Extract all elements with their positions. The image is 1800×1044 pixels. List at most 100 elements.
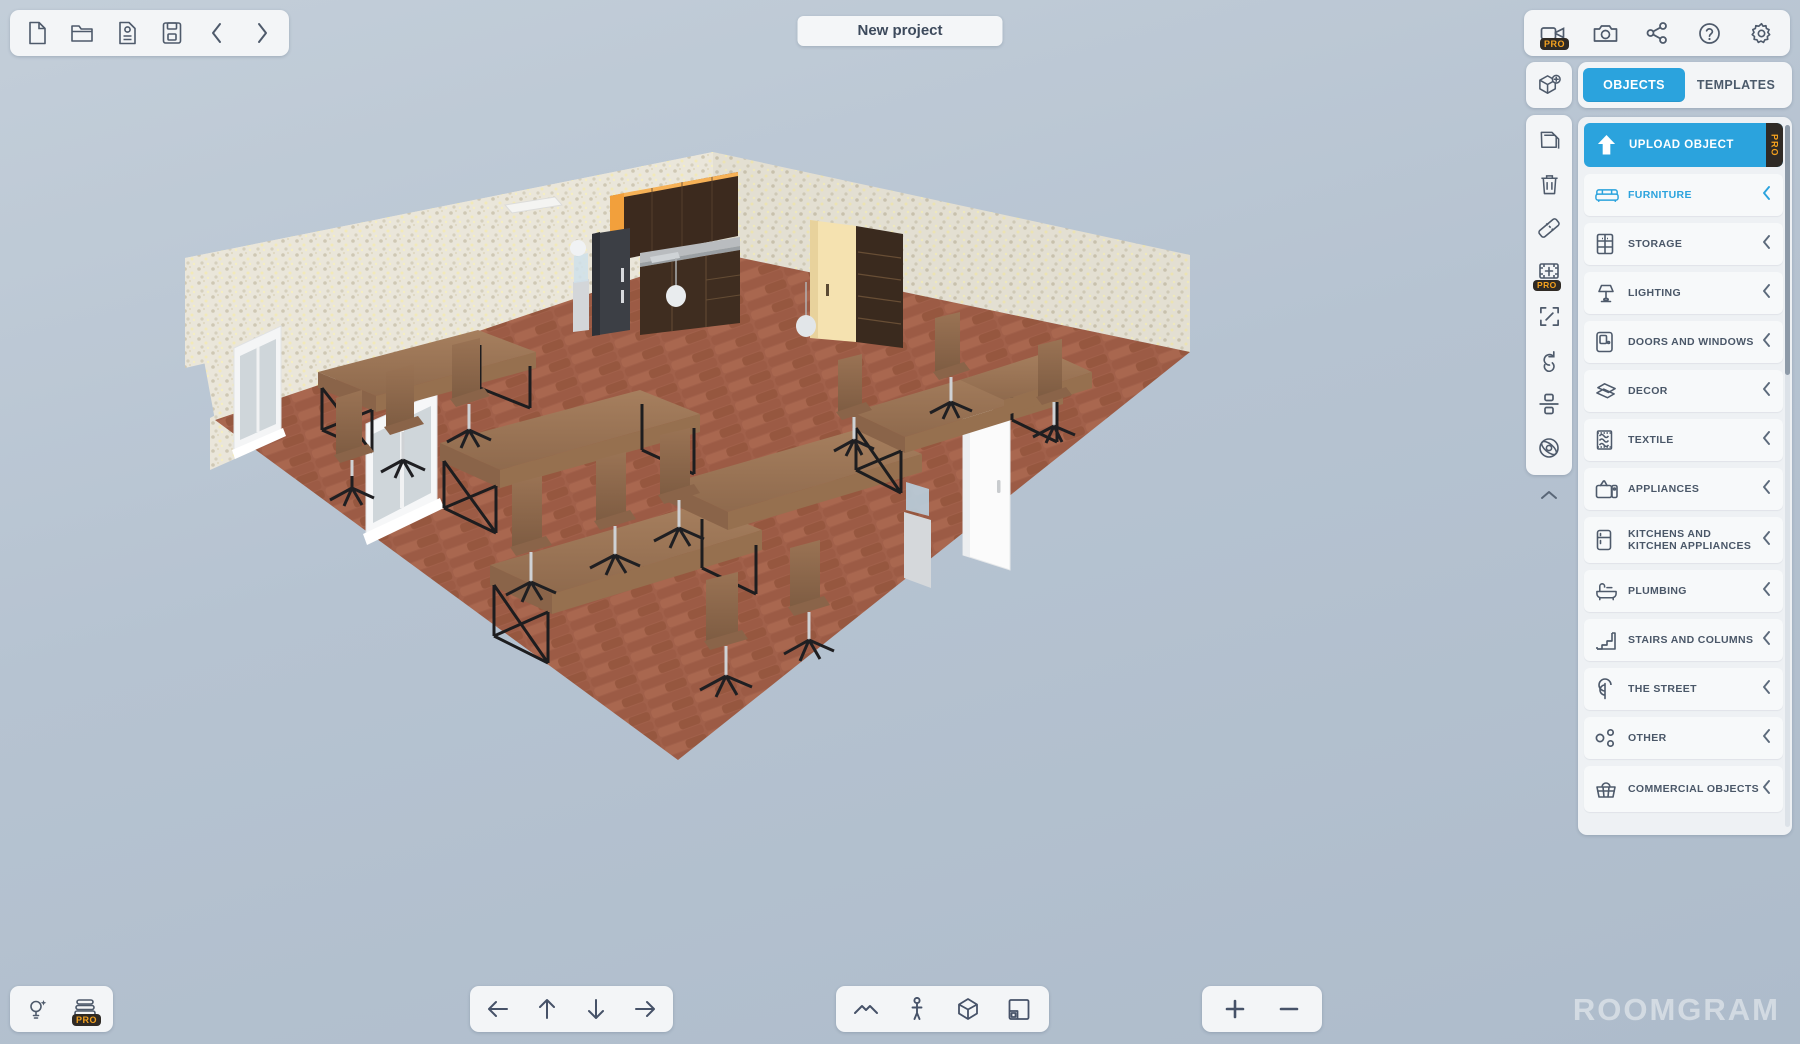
category-item-plumbing[interactable]: PLUMBING — [1584, 570, 1783, 612]
tab-objects[interactable]: OBJECTS — [1583, 68, 1685, 102]
bathtub-icon — [1595, 581, 1621, 601]
delete-icon[interactable] — [1532, 169, 1566, 199]
pan-controls — [470, 986, 673, 1032]
chevron-left-icon — [1762, 332, 1774, 352]
zoom-out-button[interactable] — [1276, 996, 1302, 1022]
category-label: DECOR — [1628, 385, 1668, 397]
fridge-icon — [1595, 529, 1621, 551]
3d-view-icon[interactable] — [954, 995, 982, 1023]
chevron-left-icon — [1762, 430, 1774, 450]
objects-panel: OBJECTS TEMPLATES UPLOAD OBJECT PRO FURN… — [1578, 62, 1792, 835]
tree-icon — [1595, 678, 1621, 700]
redo-icon[interactable] — [247, 18, 277, 48]
resize-icon[interactable] — [1532, 301, 1566, 331]
category-label: LIGHTING — [1628, 287, 1681, 299]
category-item-the-street[interactable]: THE STREET — [1584, 668, 1783, 710]
category-item-furniture[interactable]: FURNITURE — [1584, 174, 1783, 216]
materials-icon[interactable] — [1532, 433, 1566, 463]
walkthrough-icon[interactable] — [903, 995, 931, 1023]
brand-watermark: ROOMGRAM — [1572, 992, 1780, 1027]
pro-badge-vertical: PRO — [1766, 123, 1783, 167]
undo-icon[interactable] — [202, 18, 232, 48]
collapse-rail-icon[interactable] — [1529, 482, 1569, 508]
add-object-icon[interactable] — [1526, 62, 1572, 108]
main-toolbar — [10, 10, 289, 56]
category-item-kitchens[interactable]: KITCHENS AND KITCHEN APPLIANCES — [1584, 517, 1783, 563]
category-label: APPLIANCES — [1628, 483, 1700, 495]
floors-icon[interactable]: PRO — [70, 994, 102, 1026]
light-settings-icon[interactable] — [23, 994, 53, 1024]
pro-badge: PRO — [72, 1014, 102, 1026]
textile-icon — [1595, 429, 1621, 451]
chevron-left-icon — [1762, 283, 1774, 303]
category-label: DOORS AND WINDOWS — [1628, 336, 1754, 348]
category-item-doors-and-windows[interactable]: DOORS AND WINDOWS — [1584, 321, 1783, 363]
category-item-commercial-objects[interactable]: COMMERCIAL OBJECTS — [1584, 766, 1783, 812]
lamp-icon — [1595, 282, 1621, 304]
category-item-appliances[interactable]: APPLIANCES — [1584, 468, 1783, 510]
pan-right-icon[interactable] — [631, 995, 659, 1023]
other-dots-icon — [1595, 728, 1621, 748]
chevron-left-icon — [1762, 530, 1774, 550]
stairs-icon — [1595, 630, 1621, 651]
chevron-left-icon — [1762, 630, 1774, 650]
basket-icon — [1595, 779, 1621, 800]
2d-plan-icon[interactable] — [1005, 995, 1033, 1023]
category-label: THE STREET — [1628, 683, 1697, 695]
category-item-textile[interactable]: TEXTILE — [1584, 419, 1783, 461]
rotate-icon[interactable] — [1532, 345, 1566, 375]
pan-left-icon[interactable] — [484, 995, 512, 1023]
open-project-icon[interactable] — [67, 18, 97, 48]
chevron-left-icon — [1762, 581, 1774, 601]
camera-icon[interactable] — [1590, 18, 1620, 48]
pro-badge: PRO — [1540, 38, 1570, 50]
category-list: UPLOAD OBJECT PRO FURNITURE STORAGE LIGH… — [1584, 123, 1783, 812]
project-title[interactable]: New project — [797, 16, 1003, 46]
settings-gear-icon[interactable] — [1746, 18, 1776, 48]
panel-tabs: OBJECTS TEMPLATES — [1578, 62, 1792, 108]
measure-icon[interactable] — [1532, 213, 1566, 243]
category-label: COMMERCIAL OBJECTS — [1628, 783, 1759, 795]
panel-scrollbar-thumb[interactable] — [1785, 125, 1790, 375]
tv-icon — [1595, 479, 1621, 500]
move-object-icon[interactable]: PRO — [1532, 257, 1566, 291]
sofa-icon — [1595, 185, 1621, 205]
help-icon[interactable] — [1694, 18, 1724, 48]
chevron-left-icon — [1762, 479, 1774, 499]
category-item-other[interactable]: OTHER — [1584, 717, 1783, 759]
category-label: FURNITURE — [1628, 189, 1692, 201]
zoom-in-button[interactable] — [1222, 996, 1248, 1022]
upload-object-button[interactable]: UPLOAD OBJECT PRO — [1584, 123, 1783, 167]
category-label: OTHER — [1628, 732, 1667, 744]
new-project-icon[interactable] — [22, 18, 52, 48]
roof-view-icon[interactable] — [852, 995, 880, 1023]
share-icon[interactable] — [1642, 18, 1672, 48]
upload-object-label: UPLOAD OBJECT — [1629, 139, 1734, 151]
bottom-left-toolbar: PRO — [10, 986, 113, 1032]
decor-icon — [1595, 381, 1621, 402]
align-icon[interactable] — [1532, 389, 1566, 419]
category-item-decor[interactable]: DECOR — [1584, 370, 1783, 412]
category-label: STORAGE — [1628, 238, 1683, 250]
chevron-left-icon — [1762, 185, 1774, 205]
chevron-left-icon — [1762, 728, 1774, 748]
pan-up-icon[interactable] — [533, 995, 561, 1023]
upload-arrow-icon — [1596, 133, 1617, 157]
pro-badge-text: PRO — [1769, 133, 1780, 157]
pan-down-icon[interactable] — [582, 995, 610, 1023]
panel-scrollbar[interactable] — [1785, 125, 1790, 827]
tab-templates[interactable]: TEMPLATES — [1685, 68, 1787, 102]
door-icon — [1595, 331, 1621, 353]
pro-badge: PRO — [1533, 280, 1561, 291]
save-icon[interactable] — [157, 18, 187, 48]
chevron-left-icon — [1762, 234, 1774, 254]
category-item-lighting[interactable]: LIGHTING — [1584, 272, 1783, 314]
chevron-left-icon — [1762, 381, 1774, 401]
video-record-icon[interactable]: PRO — [1538, 18, 1570, 50]
cabinet-icon — [1595, 233, 1621, 255]
category-item-stairs-and-columns[interactable]: STAIRS AND COLUMNS — [1584, 619, 1783, 661]
duplicate-icon[interactable] — [1532, 125, 1566, 155]
category-label: STAIRS AND COLUMNS — [1628, 634, 1754, 646]
save-as-icon[interactable] — [112, 18, 142, 48]
category-item-storage[interactable]: STORAGE — [1584, 223, 1783, 265]
